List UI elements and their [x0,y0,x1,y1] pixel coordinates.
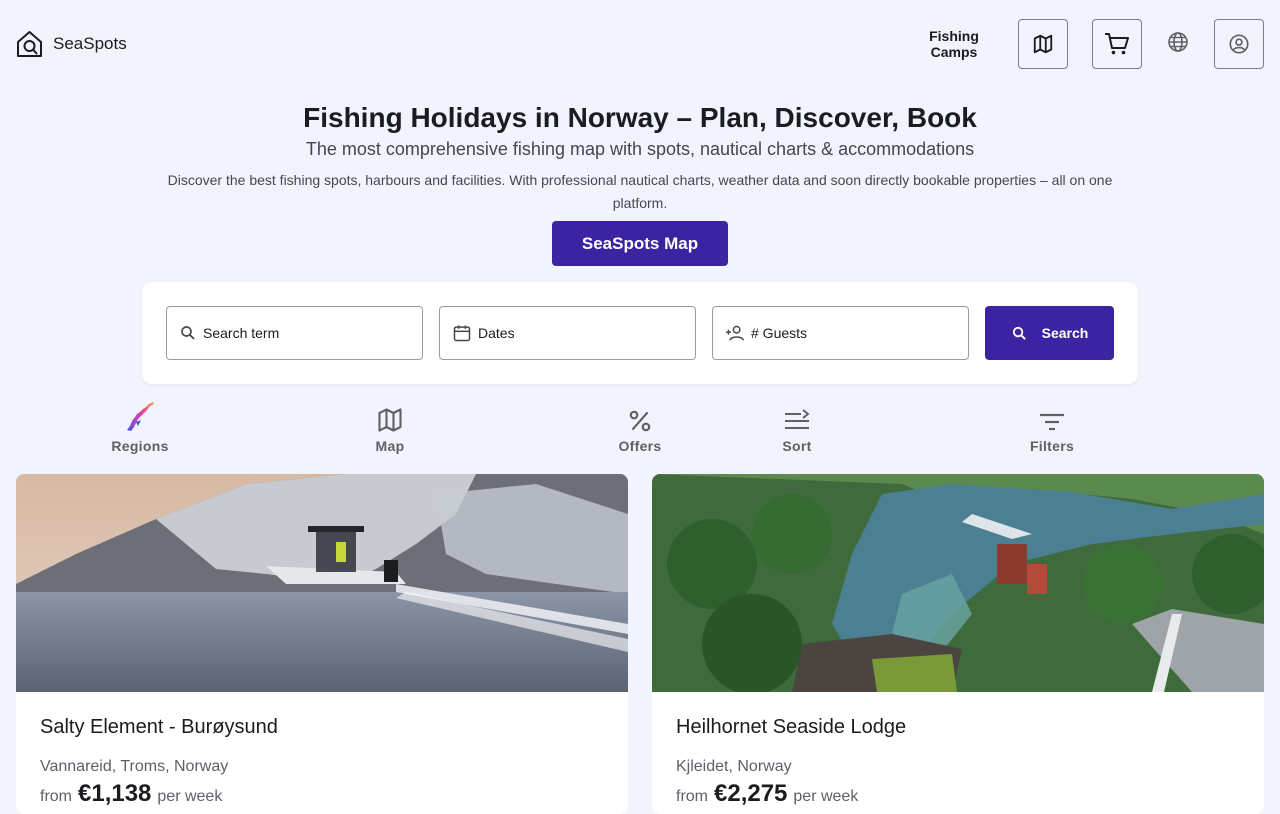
page-description: Discover the best fishing spots, harbour… [167,172,1113,211]
account-button[interactable] [1214,19,1264,69]
toolbar-filters[interactable]: Filters [992,400,1112,454]
guests-placeholder: # Guests [751,325,808,341]
search-button-label: Search [1041,325,1089,341]
toolbar-regions-label: Regions [111,438,169,454]
listing-photo-lodge [652,474,1264,692]
listing-title[interactable]: Salty Element - Burøysund [40,716,278,739]
norway-regions-icon [127,402,154,431]
listing-price: from €2,275 per week [676,780,858,808]
map-button[interactable] [1018,19,1068,69]
map-icon [1033,34,1053,54]
calendar-icon [453,325,471,342]
listing-photo-boat [16,474,628,692]
listing-title[interactable]: Heilhornet Seaside Lodge [676,716,906,739]
price-amount: €2,275 [714,780,788,807]
search-icon [1012,326,1026,340]
guests-field[interactable]: # Guests [712,306,969,360]
percent-icon [629,410,651,432]
map-icon [378,408,402,432]
search-icon [181,326,195,340]
search-term-placeholder: Search term [203,325,280,341]
toolbar-map[interactable]: Map [330,400,450,454]
globe-icon [1168,32,1188,52]
toolbar-regions[interactable]: Regions [80,400,200,454]
top-header: SeaSpots Fishing Camps [0,0,1280,88]
language-button[interactable] [1166,30,1190,54]
page-subtitle: The most comprehensive fishing map with … [305,139,975,159]
brand-name: SeaSpots [53,34,127,53]
price-prefix: from [40,788,72,805]
toolbar-sort[interactable]: Sort [737,400,857,454]
filter-icon [1040,413,1064,431]
listing-card[interactable]: Salty Element - Burøysund Vannareid, Tro… [16,474,628,814]
brand-logo[interactable]: SeaSpots [16,30,127,58]
toolbar-offers-label: Offers [618,438,662,454]
toolbar-offers[interactable]: Offers [580,400,700,454]
add-person-icon [726,325,744,341]
search-panel: Search term Dates # Guests Search [142,282,1138,384]
price-amount: €1,138 [78,780,152,807]
nav-fishing-camps[interactable]: Fishing Camps [916,28,992,60]
account-icon [1229,34,1249,54]
home-icon [17,31,42,57]
listing-price: from €1,138 per week [40,780,222,808]
cart-button[interactable] [1092,19,1142,69]
dates-placeholder: Dates [478,325,515,341]
sort-icon [785,409,810,429]
listing-location: Vannareid, Troms, Norway [40,758,229,775]
toolbar-filters-label: Filters [1029,438,1075,454]
search-term-field[interactable]: Search term [166,306,423,360]
price-prefix: from [676,788,708,805]
cart-icon [1105,33,1129,55]
toolbar-map-label: Map [375,438,405,454]
page-title: Fishing Holidays in Norway – Plan, Disco… [303,102,977,133]
listing-location: Kjleidet, Norway [676,758,792,775]
seaspots-map-button[interactable]: SeaSpots Map [552,221,728,266]
toolbar-sort-label: Sort [782,438,812,454]
dates-field[interactable]: Dates [439,306,696,360]
price-period: per week [793,788,859,805]
search-button[interactable]: Search [985,306,1114,360]
price-period: per week [157,788,223,805]
listing-card[interactable]: Heilhornet Seaside Lodge Kjleidet, Norwa… [652,474,1264,814]
